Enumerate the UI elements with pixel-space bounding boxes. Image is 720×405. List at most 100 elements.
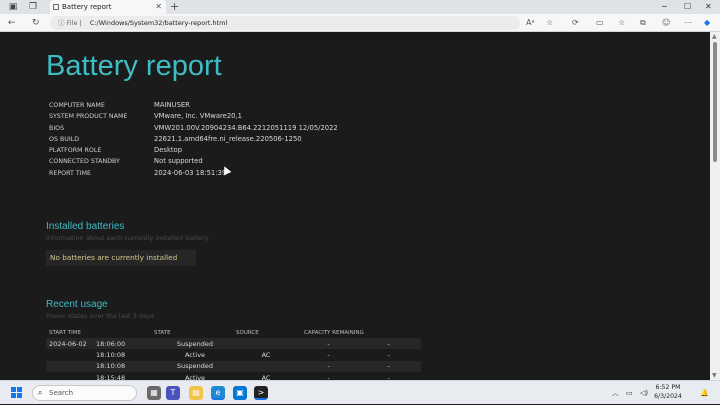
info-row: CONNECTED STANDBY Not supported xyxy=(49,156,369,167)
table-row: 18:10:08 Active AC -- xyxy=(46,349,421,360)
capacity-percent: - xyxy=(327,350,330,359)
back-icon[interactable]: ← xyxy=(8,17,16,29)
capacity-mwh: - xyxy=(387,339,390,348)
address-url: C:/Windows/System32/battery-report.html xyxy=(89,19,228,27)
info-key: PLATFORM ROLE xyxy=(49,147,102,155)
row-time: 18:10:08 xyxy=(96,350,126,359)
info-row: SYSTEM PRODUCT NAME VMware, Inc. VMware20… xyxy=(49,111,369,122)
info-value: 2024-06-03 18:51:39 xyxy=(154,168,227,177)
row-state: Active xyxy=(184,350,206,359)
info-key: CONNECTED STANDBY xyxy=(49,158,120,166)
installed-batteries-heading: Installed batteries xyxy=(46,221,125,232)
report-page: Battery report COMPUTER NAME MAINUSER SYS… xyxy=(0,32,710,380)
row-time: 18:06:00 xyxy=(96,338,154,350)
row-date xyxy=(46,360,96,372)
collections-icon[interactable]: ⧉ xyxy=(640,18,646,28)
address-prefix: File xyxy=(66,19,78,27)
tab-bar: ▣ ❐ Battery report ✕ + ─ ☐ ✕ xyxy=(0,0,720,14)
tab-battery-report[interactable]: Battery report ✕ xyxy=(50,0,166,14)
recent-usage-heading: Recent usage xyxy=(46,299,108,310)
edge-icon[interactable]: e xyxy=(211,386,225,400)
new-tab-icon[interactable]: + xyxy=(170,0,179,14)
header-source: SOURCE xyxy=(236,330,259,336)
info-value: 22621.1.amd64fre.ni_release.220506-1250 xyxy=(154,134,302,143)
row-source: AC xyxy=(261,350,271,359)
row-state: Active xyxy=(184,373,206,380)
row-date xyxy=(46,349,96,360)
info-row: BIOS VMW201.00V.20904234.B64.2212051119 1… xyxy=(49,123,369,134)
more-menu-icon[interactable]: ⋯ xyxy=(684,18,692,28)
maximize-icon[interactable]: ☐ xyxy=(684,0,691,14)
refresh-icon[interactable]: ↻ xyxy=(32,17,40,29)
start-button[interactable] xyxy=(11,387,23,399)
recent-usage-subtitle: Power states over the last 3 days xyxy=(46,312,155,320)
close-window-icon[interactable]: ✕ xyxy=(705,0,712,14)
clock-time: 6:52 PM xyxy=(655,384,681,391)
minimize-icon[interactable]: ─ xyxy=(662,0,667,14)
notifications-icon[interactable]: 🔔 xyxy=(700,381,709,405)
capacity-mwh: - xyxy=(387,362,390,371)
info-row: REPORT TIME 2024-06-03 18:51:39 xyxy=(49,168,369,179)
row-date: 2024-06-02 xyxy=(46,338,96,350)
info-key: BIOS xyxy=(49,124,65,132)
volume-icon[interactable]: ◁) xyxy=(640,381,648,405)
task-view-icon[interactable]: ▦ xyxy=(147,386,161,400)
favorites-icon[interactable]: ☆ xyxy=(618,18,625,28)
favorite-star-icon[interactable]: ☆ xyxy=(546,18,553,28)
copilot-icon[interactable]: ◆ xyxy=(704,18,710,28)
file-explorer-icon[interactable]: ▤ xyxy=(189,386,203,400)
row-time: 18:10:08 xyxy=(96,360,154,372)
address-bar[interactable]: ⓘ File | C:/Windows/System32/battery-rep… xyxy=(50,16,520,30)
row-state: Suspended xyxy=(154,338,236,350)
info-row: PLATFORM ROLE Desktop xyxy=(49,145,369,156)
info-row: OS BUILD 22621.1.amd64fre.ni_release.2205… xyxy=(49,134,369,145)
taskbar-clock[interactable]: 6:52 PM 6/3/2024 xyxy=(653,384,683,401)
tab-actions-icon[interactable]: ❐ xyxy=(28,2,38,12)
info-value: Not supported xyxy=(154,157,203,166)
account-icon[interactable]: ☺ xyxy=(662,18,670,28)
scrollbar-thumb[interactable] xyxy=(713,42,717,162)
tab-title: Battery report xyxy=(62,3,112,11)
close-tab-icon[interactable]: ✕ xyxy=(155,0,162,14)
taskbar-search-input[interactable]: ⌕ Search xyxy=(32,385,137,401)
search-placeholder: Search xyxy=(49,389,74,397)
profile-icon[interactable]: ▣ xyxy=(8,2,18,12)
row-time: 18:15:48 xyxy=(96,373,126,380)
info-row: COMPUTER NAME MAINUSER xyxy=(49,100,369,111)
row-capacity: -- xyxy=(296,360,421,372)
header-capacity: CAPACITY REMAINING xyxy=(304,330,364,336)
file-info-icon[interactable]: ⓘ File | xyxy=(58,19,82,27)
search-icon: ⌕ xyxy=(38,388,43,397)
header-start-time: START TIME xyxy=(49,330,81,336)
info-value: VMW201.00V.20904234.B64.2212051119 12/05… xyxy=(154,123,338,132)
recent-usage-table: START TIME STATE SOURCE CAPACITY REMAINI… xyxy=(46,328,421,380)
row-source xyxy=(236,338,296,350)
teams-icon[interactable]: T xyxy=(166,386,180,400)
capacity-percent: - xyxy=(327,362,330,371)
row-source: AC xyxy=(261,373,271,380)
row-source xyxy=(236,360,296,372)
capacity-percent: - xyxy=(327,339,330,348)
info-key: REPORT TIME xyxy=(49,169,91,177)
info-key: OS BUILD xyxy=(49,135,80,143)
row-capacity: -- xyxy=(296,349,421,360)
table-row: 18:15:48 Active AC -- xyxy=(46,372,421,380)
store-icon[interactable]: ▣ xyxy=(233,386,247,400)
capacity-mwh: - xyxy=(387,350,390,359)
row-state: Suspended xyxy=(154,360,236,372)
info-key: SYSTEM PRODUCT NAME xyxy=(49,113,128,121)
page-scrollbar[interactable]: ▲ ▼ xyxy=(710,32,720,380)
scroll-down-icon[interactable]: ▼ xyxy=(712,372,717,379)
read-aloud-icon[interactable]: Aᵃ xyxy=(526,18,535,28)
info-value: VMware, Inc. VMware20,1 xyxy=(154,112,242,121)
info-value: MAINUSER xyxy=(154,101,190,109)
scroll-up-icon[interactable]: ▲ xyxy=(712,33,717,40)
row-capacity: -- xyxy=(296,338,421,350)
table-row: 2024-06-02 18:06:00 Suspended -- xyxy=(46,338,421,350)
split-screen-icon[interactable]: ▭ xyxy=(596,18,604,28)
extensions-icon[interactable]: ⟳ xyxy=(572,18,579,28)
terminal-icon[interactable]: > xyxy=(254,386,268,400)
tray-chevron-icon[interactable]: ︿ xyxy=(612,381,619,405)
address-toolbar: ← ↻ ⓘ File | C:/Windows/System32/battery… xyxy=(0,14,720,32)
network-icon[interactable]: ▭ xyxy=(626,381,633,405)
